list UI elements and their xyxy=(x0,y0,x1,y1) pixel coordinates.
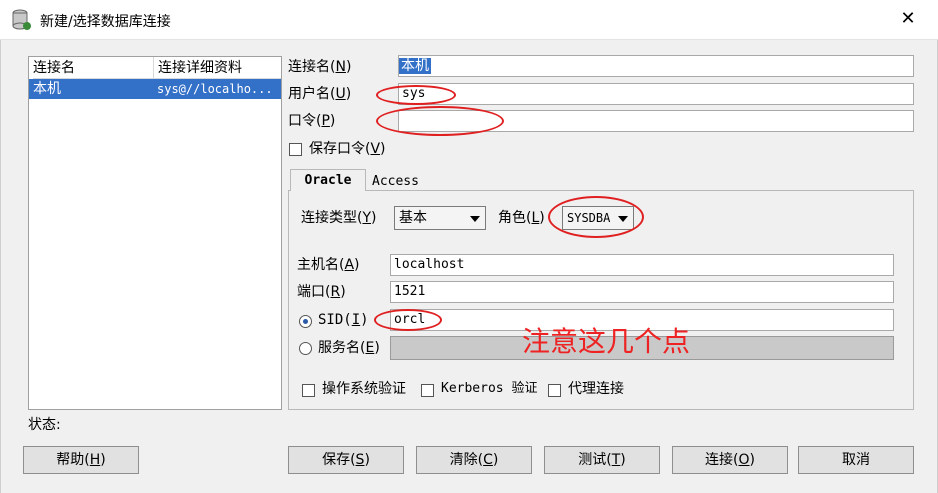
database-icon xyxy=(12,9,31,30)
column-header-detail[interactable]: 连接详细资料 xyxy=(153,57,281,79)
port-input[interactable]: 1521 xyxy=(390,281,894,303)
port-label: 端口(R) xyxy=(297,284,346,300)
role-label: 角色(L) xyxy=(498,210,545,226)
connect-button[interactable]: 连接(O) xyxy=(672,446,788,474)
kerberos-checkbox[interactable] xyxy=(421,384,434,397)
list-item-detail: sys@//localho... xyxy=(157,82,273,96)
proxy-checkbox[interactable] xyxy=(548,384,561,397)
service-name-radio[interactable] xyxy=(299,342,312,355)
list-item-name: 本机 xyxy=(33,81,61,97)
column-header-name[interactable]: 连接名 xyxy=(33,57,153,79)
conn-name-label: 连接名(N) xyxy=(288,59,352,75)
clear-button[interactable]: 清除(C) xyxy=(416,446,532,474)
tab-access[interactable]: Access xyxy=(372,172,419,192)
annotation-circle-password xyxy=(376,106,504,136)
conn-name-value: 本机 xyxy=(399,58,431,74)
os-auth-label: 操作系统验证 xyxy=(322,381,406,397)
annotation-circle-role xyxy=(548,196,644,238)
save-password-label: 保存口令(V) xyxy=(309,141,386,157)
cancel-button[interactable]: 取消 xyxy=(798,446,914,474)
save-password-checkbox[interactable] xyxy=(289,143,302,156)
host-input[interactable]: localhost xyxy=(390,254,894,276)
conn-type-value: 基本 xyxy=(399,210,427,226)
window-title: 新建/选择数据库连接 xyxy=(40,14,171,30)
help-button[interactable]: 帮助(H) xyxy=(23,446,139,474)
test-button[interactable]: 测试(T) xyxy=(544,446,660,474)
proxy-label: 代理连接 xyxy=(568,381,624,397)
username-input[interactable]: sys xyxy=(398,83,914,105)
conn-type-select[interactable]: 基本 xyxy=(394,206,486,230)
save-button[interactable]: 保存(S) xyxy=(288,446,404,474)
sid-radio[interactable] xyxy=(299,315,312,328)
sid-label: SID(I) xyxy=(318,312,369,328)
tab-oracle[interactable]: Oracle xyxy=(290,169,366,191)
os-auth-checkbox[interactable] xyxy=(302,384,315,397)
list-item[interactable]: 本机 sys@//localho... xyxy=(29,79,281,99)
annotation-circle-sid xyxy=(374,309,442,331)
password-label: 口令(P) xyxy=(288,113,336,129)
title-bar: 新建/选择数据库连接 ✕ xyxy=(0,0,938,40)
connection-list[interactable]: 连接名 连接详细资料 本机 sys@//localho... xyxy=(28,56,282,410)
service-name-label: 服务名(E) xyxy=(318,340,380,356)
host-label: 主机名(A) xyxy=(297,257,360,273)
chevron-down-icon xyxy=(470,216,480,222)
status-label: 状态: xyxy=(28,417,61,433)
username-label: 用户名(U) xyxy=(288,86,352,102)
annotation-circle-username xyxy=(376,85,456,105)
kerberos-label: Kerberos 验证 xyxy=(441,381,538,396)
conn-type-label: 连接类型(Y) xyxy=(301,210,377,226)
conn-name-input[interactable]: 本机 xyxy=(398,55,914,77)
close-icon[interactable]: ✕ xyxy=(898,9,918,29)
annotation-note: 注意这几个点 xyxy=(522,325,691,358)
